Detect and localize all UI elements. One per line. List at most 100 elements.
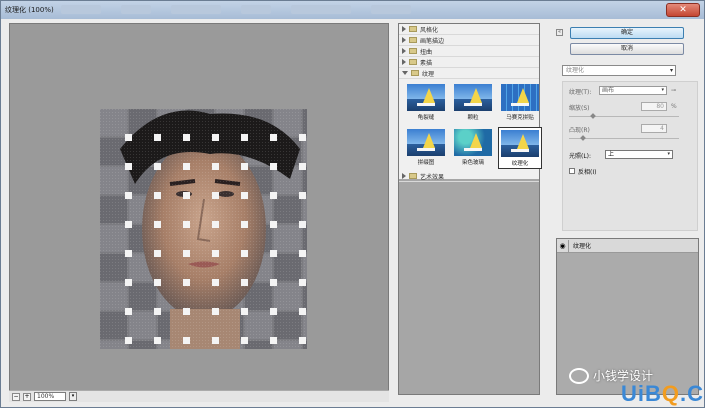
thumbnail-image bbox=[454, 129, 492, 156]
texture-select[interactable]: 画布 bbox=[599, 86, 667, 95]
title-blur bbox=[121, 5, 151, 14]
weave-gap bbox=[125, 279, 132, 286]
weave-gap bbox=[270, 163, 277, 170]
thumb-label: 拼缀图 bbox=[417, 160, 435, 166]
thumb-patchwork[interactable]: 拼缀图 bbox=[404, 127, 448, 169]
weave-gap bbox=[183, 192, 190, 199]
weave-gap bbox=[154, 279, 161, 286]
relief-field[interactable]: 4 bbox=[641, 124, 667, 133]
thumb-stained-glass[interactable]: 染色玻璃 bbox=[451, 127, 495, 169]
weave-gap bbox=[212, 279, 219, 286]
weave-gap bbox=[299, 134, 306, 141]
title-blur bbox=[171, 5, 221, 14]
thumbnail-image bbox=[501, 84, 539, 111]
folder-artistic[interactable]: 艺术效果 bbox=[399, 171, 539, 182]
weave-gap bbox=[183, 337, 190, 344]
weave-gap bbox=[154, 134, 161, 141]
weave-gap bbox=[241, 308, 248, 315]
cancel-button[interactable]: 取消 bbox=[570, 43, 684, 55]
folder-icon bbox=[409, 59, 417, 65]
folder-brush-strokes[interactable]: 画笔描边 bbox=[399, 35, 539, 46]
texturizer-params: 纹理(T): 画布 ⊸ 缩放(S) 80 % 凸现(R) 4 光照(L): 上 … bbox=[562, 81, 698, 231]
folder-label: 艺术效果 bbox=[420, 173, 445, 181]
texture-thumbnails: 龟裂缝 颗粒 马赛克拼贴 拼缀图 染色玻璃 纹理化 bbox=[399, 79, 542, 171]
brand-letter: Q bbox=[661, 381, 681, 406]
chevron-down-icon[interactable]: ▾ bbox=[69, 392, 77, 401]
weave-gap bbox=[299, 163, 306, 170]
weave-gap bbox=[241, 134, 248, 141]
close-icon[interactable]: ✕ bbox=[666, 3, 700, 17]
filter-select[interactable]: 纹理化 bbox=[562, 65, 676, 76]
slider-knob[interactable] bbox=[590, 113, 596, 119]
brand-letter: U bbox=[621, 381, 638, 406]
weave-gap bbox=[183, 250, 190, 257]
weave-gap bbox=[183, 308, 190, 315]
zoom-out-button[interactable]: − bbox=[12, 392, 20, 401]
zoom-field[interactable]: 100% bbox=[34, 392, 66, 401]
title-blur bbox=[291, 5, 351, 14]
folder-icon bbox=[411, 70, 419, 76]
layer-name: 纹理化 bbox=[573, 243, 592, 250]
relief-slider[interactable] bbox=[569, 135, 679, 141]
weave-gap bbox=[212, 134, 219, 141]
weave-gap bbox=[212, 221, 219, 228]
weave-gap bbox=[270, 337, 277, 344]
folder-distort[interactable]: 扭曲 bbox=[399, 46, 539, 57]
menu-icon[interactable]: ⊸ bbox=[671, 87, 676, 94]
weave-gap bbox=[154, 308, 161, 315]
brand-letter: i bbox=[637, 381, 646, 406]
light-label: 光照(L): bbox=[569, 153, 592, 160]
folder-stylize[interactable]: 风格化 bbox=[399, 24, 539, 35]
invert-checkbox[interactable] bbox=[569, 168, 575, 174]
woven-portrait bbox=[100, 109, 307, 349]
weave-gap bbox=[154, 250, 161, 257]
collapse-icon[interactable]: « bbox=[556, 29, 563, 36]
window-title: 纹理化 (100%) bbox=[5, 6, 54, 14]
triangle-right-icon bbox=[402, 59, 406, 65]
folder-texture[interactable]: 纹理 bbox=[399, 68, 539, 79]
triangle-right-icon bbox=[402, 26, 406, 32]
thumb-label: 马赛克拼贴 bbox=[506, 115, 534, 121]
effect-layer-row[interactable]: ◉ 纹理化 bbox=[557, 239, 698, 253]
folder-icon bbox=[409, 48, 417, 54]
thumb-texturizer[interactable]: 纹理化 bbox=[498, 127, 542, 169]
thumb-grain[interactable]: 颗粒 bbox=[451, 82, 495, 124]
folder-sketch[interactable]: 素描 bbox=[399, 57, 539, 68]
weave-gap bbox=[241, 192, 248, 199]
weave-gap bbox=[241, 279, 248, 286]
scaling-slider[interactable] bbox=[569, 113, 679, 119]
eye-icon[interactable]: ◉ bbox=[557, 239, 569, 252]
thumb-label: 纹理化 bbox=[511, 161, 529, 167]
triangle-down-icon bbox=[402, 71, 408, 75]
weave-gap bbox=[183, 163, 190, 170]
filter-gallery-window: 纹理化 (100%) ✕ − + 100% ▾ 风格化 画笔描边 扭曲 素描 纹… bbox=[0, 0, 705, 408]
weave-gap bbox=[125, 134, 132, 141]
title-blur bbox=[61, 5, 101, 14]
thumbnail-image bbox=[407, 129, 445, 156]
weave-gap bbox=[125, 250, 132, 257]
preview-canvas[interactable] bbox=[9, 23, 389, 395]
invert-label: 反相(I) bbox=[578, 169, 597, 176]
weave-gap bbox=[154, 192, 161, 199]
wechat-icon bbox=[569, 367, 589, 384]
weave-gap bbox=[270, 221, 277, 228]
weave-gap bbox=[299, 308, 306, 315]
weave-gap bbox=[212, 250, 219, 257]
brand-logo: UiBQ.CoM bbox=[621, 381, 705, 407]
zoom-in-button[interactable]: + bbox=[23, 392, 31, 401]
ok-button[interactable]: 确定 bbox=[570, 27, 684, 39]
thumb-mosaic-tiles[interactable]: 马赛克拼贴 bbox=[498, 82, 542, 124]
weave-gap bbox=[125, 308, 132, 315]
light-select[interactable]: 上 bbox=[605, 150, 673, 159]
weave-gap bbox=[154, 337, 161, 344]
preview-image bbox=[100, 109, 307, 349]
weave-gap bbox=[212, 192, 219, 199]
thumb-craquelure[interactable]: 龟裂缝 bbox=[404, 82, 448, 124]
weave-gap bbox=[241, 163, 248, 170]
title-bar: 纹理化 (100%) ✕ bbox=[1, 1, 704, 19]
scaling-field[interactable]: 80 bbox=[641, 102, 667, 111]
weave-gap bbox=[270, 279, 277, 286]
weave-gap bbox=[299, 250, 306, 257]
triangle-right-icon bbox=[402, 173, 406, 179]
slider-knob[interactable] bbox=[580, 135, 586, 141]
